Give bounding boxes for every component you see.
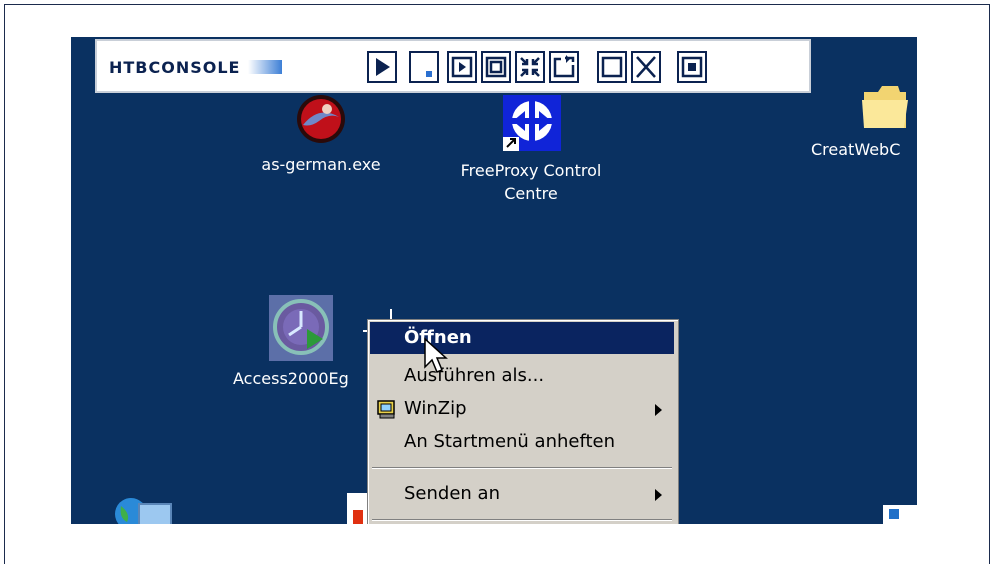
menu-item-winzip[interactable]: WinZip — [370, 393, 674, 425]
maximize-icon — [601, 56, 623, 78]
winzip-icon — [377, 400, 395, 419]
window-restore-button[interactable] — [481, 51, 511, 83]
brand-text: HTBCONSOLE — [109, 57, 241, 77]
desktop-icon-as-german[interactable]: as-german.exe — [241, 95, 401, 176]
shrink-icon — [520, 57, 540, 77]
as-german-app-icon — [297, 95, 345, 143]
menu-item-send-to-label: Senden an — [404, 483, 500, 504]
play-icon — [376, 58, 390, 76]
rotate-window-button[interactable] — [549, 51, 579, 83]
mouse-pointer-icon — [424, 337, 448, 373]
window-restore-icon — [485, 56, 507, 78]
menu-item-run-as[interactable]: Ausführen als... — [370, 360, 674, 392]
window-small-icon — [451, 56, 473, 78]
as-german-label: as-german.exe — [261, 155, 381, 174]
desktop-icon-freeproxy[interactable]: FreeProxy Control Centre — [436, 95, 626, 205]
submenu-arrow-icon — [655, 404, 662, 416]
htb-console-toolbar: HTBCONSOLE — [95, 39, 811, 93]
submenu-arrow-icon — [655, 489, 662, 501]
minimize-button[interactable] — [409, 51, 439, 83]
menu-item-send-to[interactable]: Senden an — [370, 478, 674, 510]
maximize-button[interactable] — [597, 51, 627, 83]
menu-separator — [372, 519, 672, 521]
menu-item-open[interactable]: Öffnen — [370, 322, 674, 354]
menu-item-winzip-label: WinZip — [404, 398, 467, 419]
freeproxy-label-line1: FreeProxy Control — [460, 161, 602, 180]
clock-app-icon — [269, 295, 333, 361]
desktop[interactable]: HTBCONSOLE as-german.exe FreeProxy Contr… — [71, 37, 917, 524]
minimize-icon — [426, 71, 432, 77]
desktop-icon-creatweb[interactable]: CreatWebC — [811, 82, 917, 161]
menu-separator — [372, 467, 672, 469]
play-button[interactable] — [367, 51, 397, 83]
partial-network-icon — [883, 505, 917, 524]
window-small-button[interactable] — [447, 51, 477, 83]
folder-icon — [862, 86, 908, 128]
fullscreen-button[interactable] — [677, 51, 707, 83]
freeproxy-app-icon — [501, 95, 561, 153]
close-button[interactable] — [631, 51, 661, 83]
freeproxy-label-line2: Centre — [504, 184, 558, 203]
globe-computer-icon — [115, 498, 172, 524]
rotate-window-icon — [553, 55, 575, 78]
shrink-button[interactable] — [515, 51, 545, 83]
menu-item-pin-start-label: An Startmenü anheften — [404, 431, 616, 452]
context-menu: Öffnen Ausführen als... WinZip An Startm… — [367, 319, 679, 524]
menu-item-pin-start[interactable]: An Startmenü anheften — [370, 426, 674, 458]
close-x-icon — [636, 56, 656, 78]
fullscreen-icon — [681, 56, 703, 78]
htb-console-logo: HTBCONSOLE — [109, 57, 283, 77]
creatweb-label: CreatWebC — [811, 140, 901, 159]
brand-gradient-icon — [248, 60, 283, 74]
